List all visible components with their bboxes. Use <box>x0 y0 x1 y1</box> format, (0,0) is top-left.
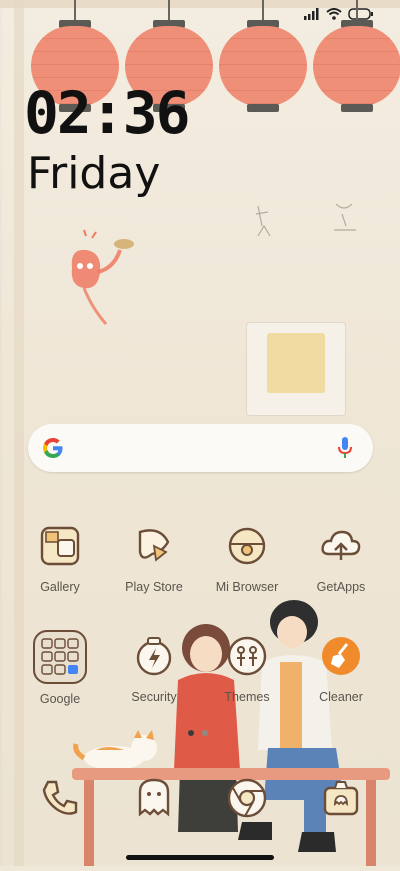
mic-icon[interactable] <box>337 436 353 465</box>
page-indicator[interactable] <box>188 730 208 736</box>
phone-icon <box>34 772 86 824</box>
google-search-bar[interactable] <box>28 424 373 472</box>
battery-icon <box>348 8 374 20</box>
google-g-icon <box>40 435 66 466</box>
security-icon <box>128 630 180 682</box>
signal-icon <box>304 8 320 20</box>
wifi-icon <box>326 8 342 20</box>
app-label: GetApps <box>316 580 366 594</box>
app-label: Themes <box>224 690 270 704</box>
clock-time[interactable]: 02:36 <box>24 84 191 142</box>
dock-messaging[interactable] <box>108 772 200 824</box>
app-cleaner[interactable]: Cleaner <box>295 630 387 704</box>
app-mi-browser[interactable]: Mi Browser <box>201 520 293 594</box>
app-label: Security <box>131 690 177 704</box>
app-label: Mi Browser <box>215 580 279 594</box>
app-play-store[interactable]: Play Store <box>108 520 200 594</box>
camera-icon <box>315 772 367 824</box>
dock-chrome[interactable] <box>201 772 293 824</box>
browser-icon <box>221 520 273 572</box>
lantern-decoration <box>313 0 400 112</box>
cleaner-icon <box>315 630 367 682</box>
app-label: Gallery <box>40 580 80 594</box>
clock-day[interactable]: Friday <box>27 148 160 199</box>
chrome-icon <box>221 772 273 824</box>
gallery-icon <box>34 520 86 572</box>
wallpaper-top-beam <box>0 0 400 8</box>
page-dot-active <box>188 730 194 736</box>
wallpaper-pole <box>14 0 24 866</box>
wallpaper-doodle <box>248 196 368 261</box>
lantern-decoration <box>219 0 307 112</box>
dock-phone[interactable] <box>14 772 106 824</box>
app-label: Play Store <box>125 580 183 594</box>
app-label: Cleaner <box>319 690 363 704</box>
dock-camera[interactable] <box>295 772 387 824</box>
page-dot <box>202 730 208 736</box>
messaging-icon <box>128 772 180 824</box>
wallpaper-photo-frame <box>246 322 346 416</box>
themes-icon <box>221 630 273 682</box>
app-getapps[interactable]: GetApps <box>295 520 387 594</box>
play-store-icon <box>128 520 180 572</box>
app-themes[interactable]: Themes <box>201 630 293 704</box>
status-bar <box>304 8 374 20</box>
app-google-folder[interactable]: Google <box>14 630 106 706</box>
cloud-download-icon <box>315 520 367 572</box>
app-gallery[interactable]: Gallery <box>14 520 106 594</box>
home-indicator[interactable] <box>126 855 274 860</box>
app-label: Google <box>39 692 81 706</box>
app-security[interactable]: Security <box>108 630 200 704</box>
wallpaper-creature-drawing <box>62 228 142 337</box>
google-folder-icon <box>33 630 87 684</box>
